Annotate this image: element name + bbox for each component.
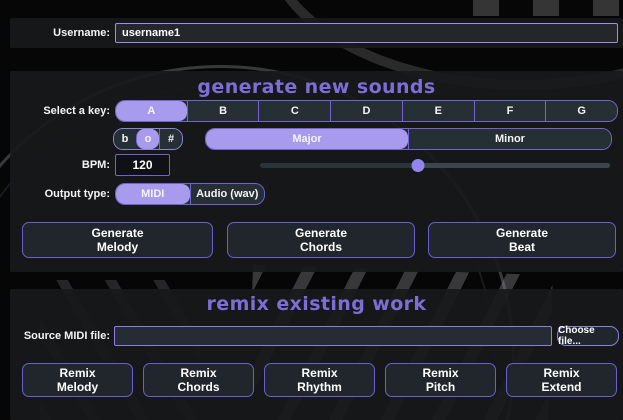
generate-new-sounds-panel: generate new sounds Select a key: A B C … [10,71,623,272]
remix-section-heading: remix existing work [206,293,427,315]
accidental-natural[interactable]: o [136,129,159,149]
key-option-a[interactable]: A [116,101,187,121]
accidental-sharp[interactable]: # [159,129,182,149]
bpm-slider-track[interactable] [260,163,610,168]
generate-chords-line1: Generate [294,226,348,240]
source-midi-file-input[interactable] [114,326,552,346]
key-option-g[interactable]: G [545,101,617,121]
generate-melody-line2: Melody [96,240,139,254]
key-option-e[interactable]: E [401,101,474,121]
remix-extend-button[interactable]: Remix Extend [506,363,617,397]
output-type-selector: MIDI Audio (wav) [115,183,265,205]
generate-chords-line2: Chords [300,240,342,254]
remix-pitch-line2: Pitch [425,380,456,394]
generate-section-heading: generate new sounds [197,76,436,98]
remix-melody-line2: Melody [56,380,99,394]
generate-melody-line1: Generate [91,226,144,240]
remix-melody-line1: Remix [59,366,96,380]
mode-major[interactable]: Major [206,129,408,149]
mode-selector: Major Minor [205,128,612,150]
remix-extend-line1: Remix [543,366,580,380]
remix-pitch-button[interactable]: Remix Pitch [385,363,496,397]
key-option-f[interactable]: F [473,101,546,121]
remix-existing-work-panel: remix existing work Source MIDI file: Ch… [10,289,623,420]
mode-minor[interactable]: Minor [408,129,611,149]
output-option-audio[interactable]: Audio (wav) [189,184,264,204]
key-option-c[interactable]: C [258,101,331,121]
username-label: Username: [53,27,110,39]
key-option-d[interactable]: D [330,101,402,121]
bpm-slider-thumb[interactable] [411,159,424,172]
accidental-flat[interactable]: b [114,129,136,149]
remix-rhythm-button[interactable]: Remix Rhythm [264,363,375,397]
output-option-midi[interactable]: MIDI [116,184,190,204]
username-input[interactable] [115,23,618,43]
source-midi-file-label: Source MIDI file: [23,330,110,342]
bpm-label: BPM: [81,159,110,171]
bpm-slider[interactable] [260,159,610,172]
bpm-input[interactable] [115,154,170,176]
output-type-label: Output type: [44,188,110,200]
remix-pitch-line1: Remix [422,366,459,380]
background-texture-block [473,0,623,16]
key-option-b[interactable]: B [186,101,259,121]
generate-melody-button[interactable]: Generate Melody [22,222,213,258]
key-selector: A B C D E F G [115,100,618,122]
remix-buttons-row: Remix Melody Remix Chords Remix Rhythm R… [22,363,617,397]
generate-chords-button[interactable]: Generate Chords [227,222,415,258]
remix-chords-line1: Remix [180,366,217,380]
remix-rhythm-line2: Rhythm [297,380,342,394]
remix-chords-button[interactable]: Remix Chords [143,363,254,397]
select-key-label: Select a key: [43,105,110,117]
remix-extend-line2: Extend [541,380,582,394]
remix-melody-button[interactable]: Remix Melody [22,363,133,397]
generate-beat-line1: Generate [495,226,549,240]
generate-beat-button[interactable]: Generate Beat [428,222,616,258]
remix-rhythm-line1: Remix [301,366,338,380]
remix-chords-line2: Chords [177,380,220,394]
choose-file-button[interactable]: Choose file... [557,325,619,347]
accidental-selector: b o # [113,128,183,150]
generate-beat-line2: Beat [508,240,535,254]
username-bar: Username: [10,18,623,48]
